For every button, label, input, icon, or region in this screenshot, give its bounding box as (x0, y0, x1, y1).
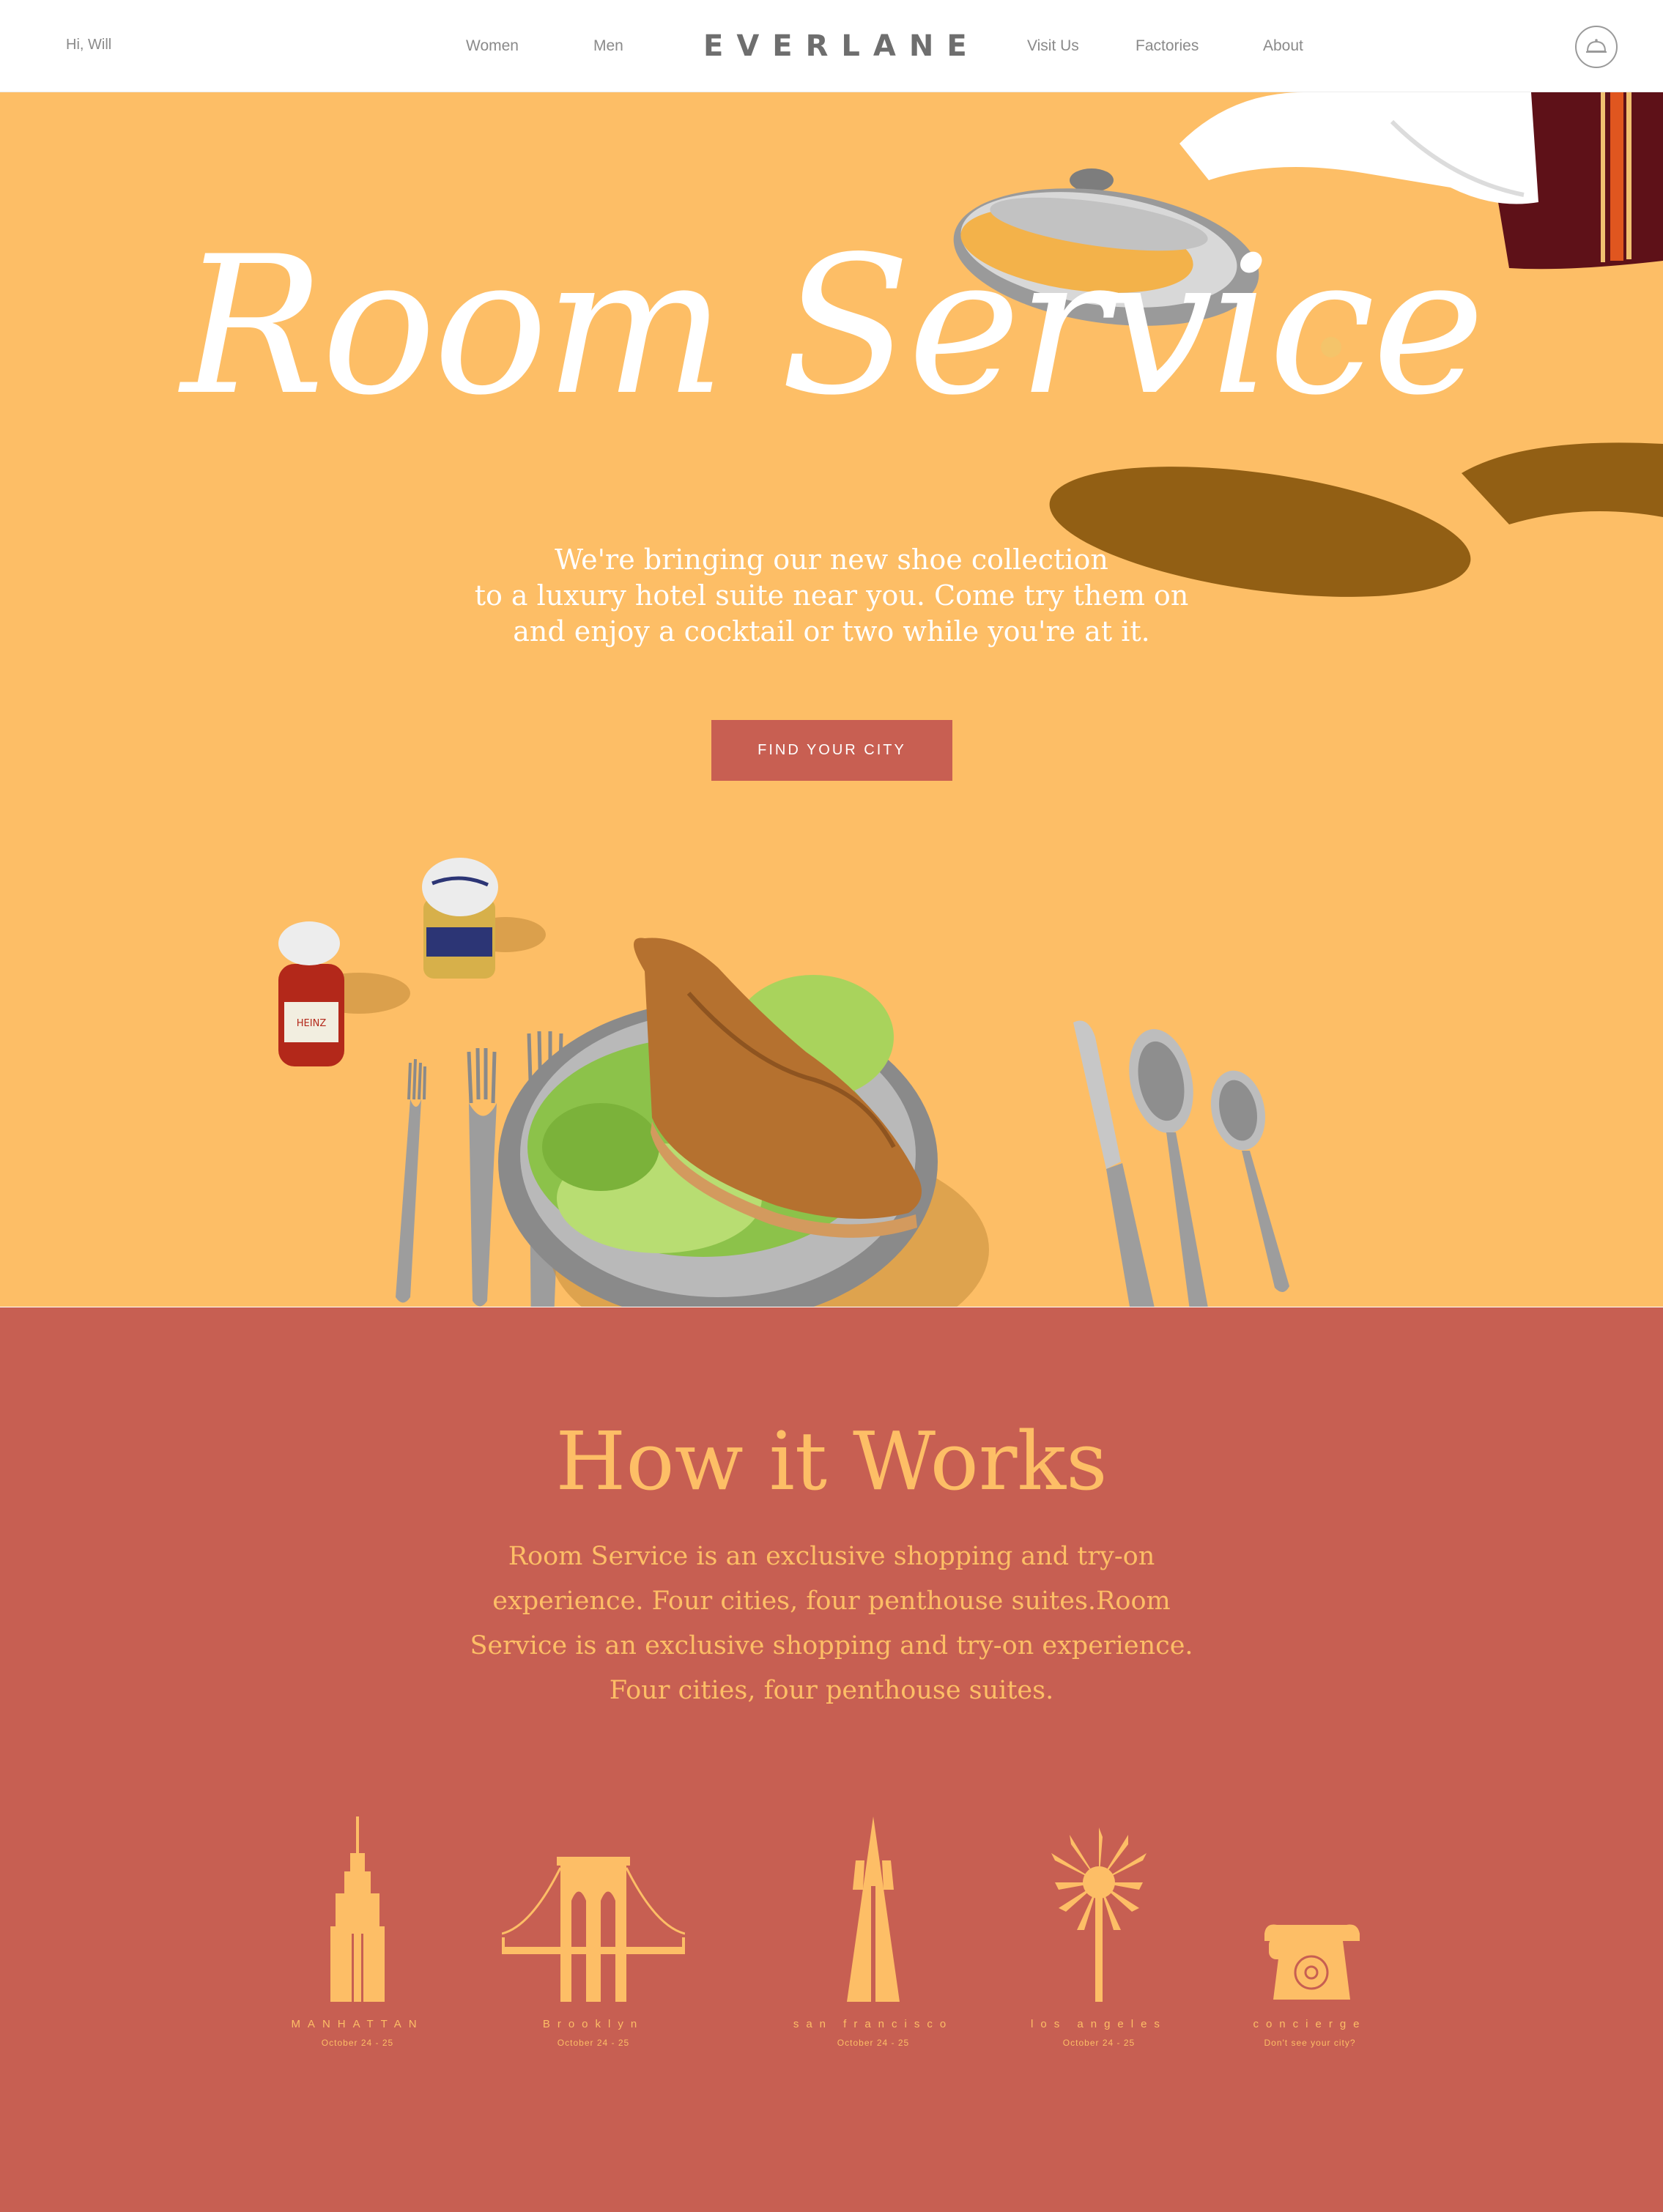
city-san-francisco[interactable]: san francisco October 24 - 25 (785, 1816, 961, 2048)
palm-tree-icon (1051, 1827, 1147, 2002)
hero-title: Room Service (181, 216, 1485, 437)
hero-subtitle-line: and enjoy a cocktail or two while you're… (513, 615, 1150, 647)
city-los-angeles[interactable]: los angeles October 24 - 25 (1011, 1816, 1187, 2048)
city-name: concierge (1253, 2018, 1367, 2030)
city-name: Brooklyn (542, 2018, 645, 2030)
nav-link-about[interactable]: About (1263, 37, 1303, 55)
spoon-icon (1129, 1029, 1289, 1307)
transamerica-pyramid-icon (847, 1816, 900, 2002)
find-your-city-button[interactable]: FIND YOUR CITY (711, 720, 952, 781)
svg-text:HEINZ: HEINZ (297, 1018, 327, 1029)
cart-button[interactable] (1575, 26, 1618, 68)
city-name: san francisco (793, 2018, 954, 2030)
city-date: October 24 - 25 (321, 2038, 394, 2048)
how-it-works-title: How it Works (555, 1414, 1108, 1508)
hero-subtitle-line: to a luxury hotel suite near you. Come t… (474, 579, 1189, 612)
nav-link-factories[interactable]: Factories (1136, 37, 1199, 55)
rotary-phone-icon (1264, 1924, 1360, 2000)
hero-subtitle: We're bringing our new shoe collection t… (429, 542, 1234, 650)
hero-subtitle-line: We're bringing our new shoe collection (555, 543, 1108, 576)
city-manhattan[interactable]: MANHATTAN October 24 - 25 (270, 1816, 445, 2048)
city-date: October 24 - 25 (837, 2038, 910, 2048)
city-name: MANHATTAN (291, 2018, 424, 2030)
brooklyn-bridge-icon (502, 1857, 685, 2002)
nav-link-women[interactable]: Women (466, 37, 519, 55)
city-concierge[interactable]: concierge Don't see your city? (1222, 1816, 1398, 2048)
nav-link-men[interactable]: Men (593, 37, 623, 55)
ketchup-jar-icon: HEINZ (278, 921, 410, 1066)
user-greeting[interactable]: Hi, Will (66, 37, 111, 53)
loafer-on-plate-icon (498, 938, 989, 1307)
site-header: Hi, Will Women Men EVERLANE Visit Us Fac… (0, 0, 1663, 92)
cloche-cart-icon (1586, 39, 1607, 53)
how-it-works-section: How it Works Room Service is an exclusiv… (0, 1307, 1663, 2212)
mustard-jar-icon (422, 858, 546, 979)
empire-state-icon (330, 1816, 385, 2002)
city-brooklyn[interactable]: Brooklyn October 24 - 25 (502, 1816, 685, 2048)
city-date: October 24 - 25 (1062, 2038, 1136, 2048)
everlane-logo[interactable]: EVERLANE (703, 29, 967, 63)
table-setting-photo: HEINZ (278, 858, 1289, 1307)
how-it-works-description: Room Service is an exclusive shopping an… (470, 1542, 1193, 1705)
city-name: los angeles (1031, 2018, 1167, 2030)
city-date: October 24 - 25 (557, 2038, 630, 2048)
city-date: Don't see your city? (1264, 2038, 1356, 2048)
hero-section: Room Service We're bringing our new shoe… (0, 92, 1663, 1307)
nav-link-visit-us[interactable]: Visit Us (1027, 37, 1079, 55)
